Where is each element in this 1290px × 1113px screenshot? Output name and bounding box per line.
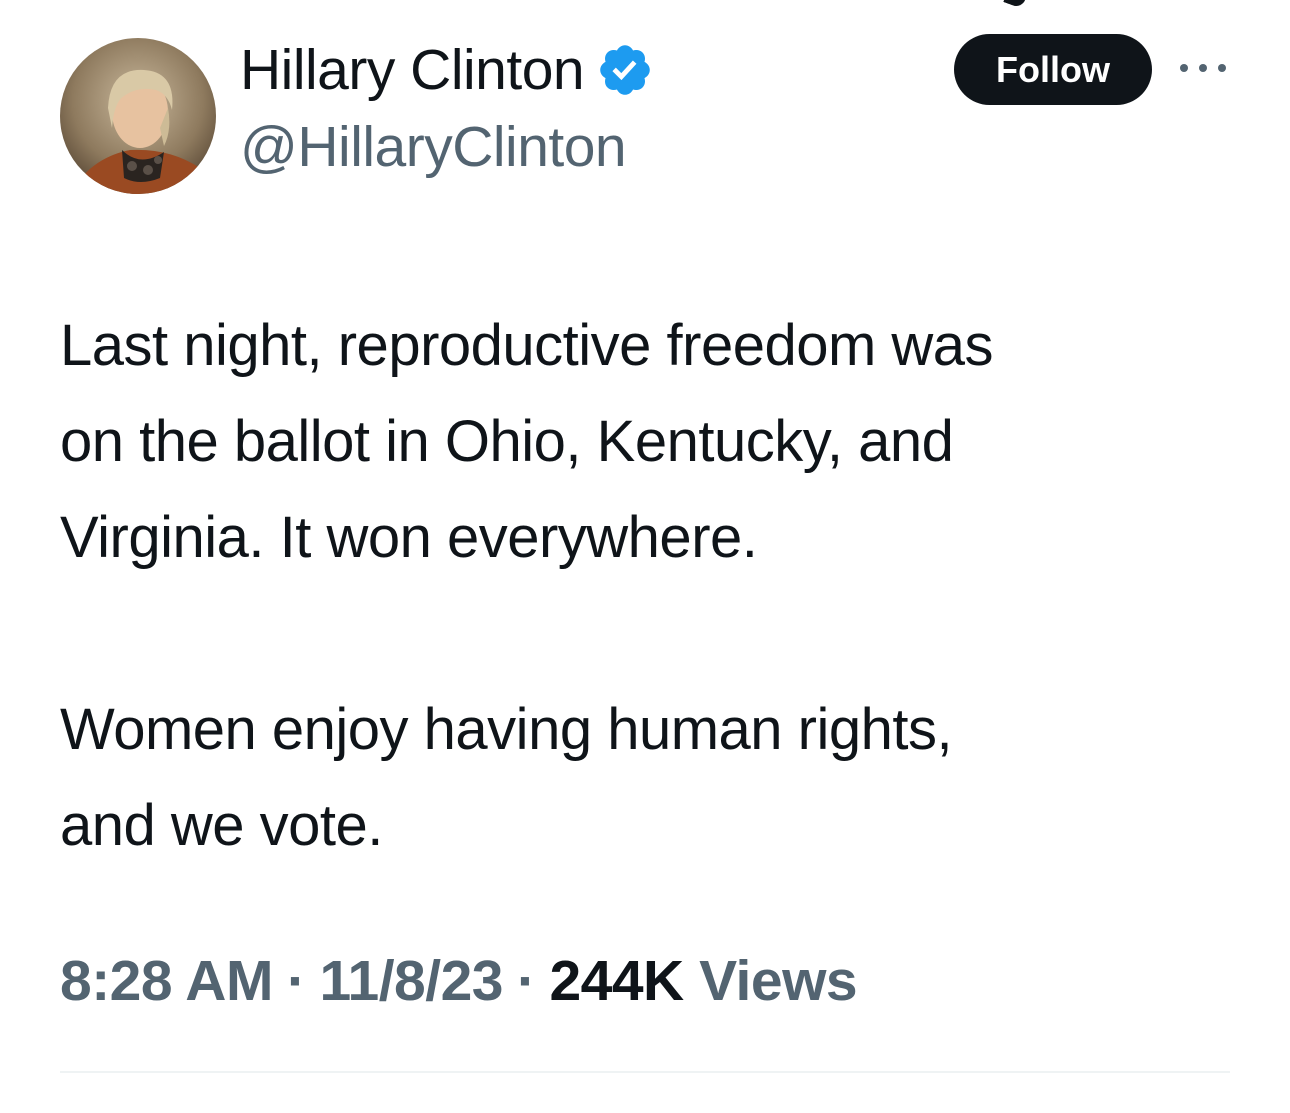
divider [60,1071,1230,1073]
verified-badge-icon[interactable] [596,41,654,99]
follow-button[interactable]: Follow [954,34,1152,105]
tweet-paragraph-2: Women enjoy having human rights, and we … [60,697,953,858]
more-dot [1180,64,1188,72]
more-dot [1199,64,1207,72]
separator-dot: · [516,949,536,1013]
tweet-metadata: 8:28 AM · 11/8/23 · 244K Views [60,948,858,1014]
previous-content-fragment [1000,0,1030,10]
tweet-author: Hillary Clinton @HillaryClinton [240,30,654,180]
author-display-name[interactable]: Hillary Clinton [240,37,585,103]
views-count[interactable]: 244K [549,949,684,1013]
author-handle[interactable]: @HillaryClinton [240,114,654,180]
more-options-icon[interactable] [1180,58,1226,78]
avatar[interactable] [60,38,216,194]
tweet-time[interactable]: 8:28 AM [60,949,273,1013]
tweet-text: Last night, reproductive freedom was on … [60,298,1240,874]
profile-photo [60,38,216,194]
more-dot [1218,64,1226,72]
views-label[interactable]: Views [699,949,858,1013]
tweet-paragraph-1: Last night, reproductive freedom was on … [60,313,994,570]
tweet-date[interactable]: 11/8/23 [319,949,503,1013]
separator-dot: · [286,949,306,1013]
